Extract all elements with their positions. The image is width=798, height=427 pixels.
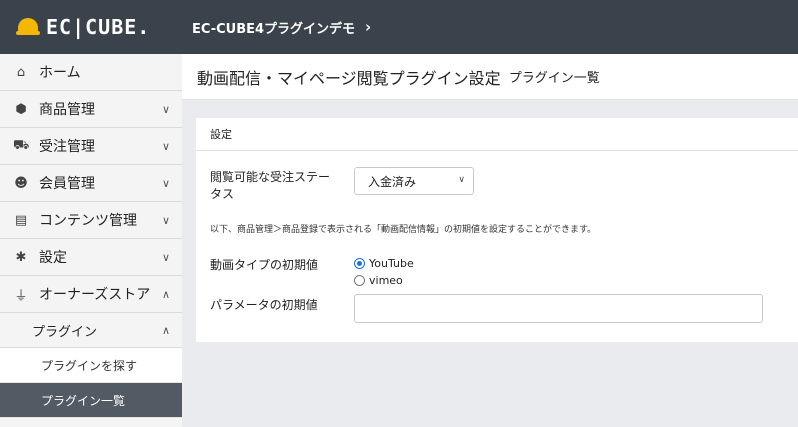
video-type-label: 動画タイプの初期値 [210, 258, 319, 272]
page-title-bar: 動画配信・マイページ閲覧プラグイン設定 プラグイン一覧 [182, 54, 798, 100]
card-header: 設定 [196, 118, 798, 151]
sidebar-item-settings[interactable]: ✱ 設定 ∨ [0, 239, 182, 276]
sidebar-item-plugin-list[interactable]: プラグイン一覧 [0, 383, 182, 418]
sidebar-item-home[interactable]: ⌂ ホーム [0, 54, 182, 91]
help-note: 以下、商品管理＞商品登録で表示される「動画配信情報」の初期値を設定することができ… [210, 225, 597, 235]
cart-icon: ⛟ [13, 137, 30, 153]
sidebar-item-label: 会員管理 [39, 176, 95, 192]
status-label: 閲覧可能な受注ステー タス [210, 170, 331, 201]
select-value: 入金済み [368, 174, 417, 189]
sidebar-item-plugin-search[interactable]: プラグインを探す [0, 348, 182, 383]
shop-name-link[interactable]: EC-CUBE4プラグインデモ [192, 18, 355, 37]
eccube-logo[interactable]: EC|CUBE. [0, 0, 182, 54]
chevron-up-icon: ∧ [161, 323, 170, 337]
top-header: EC|CUBE. EC-CUBE4プラグインデモ › [0, 0, 798, 54]
chevron-down-icon: ∨ [458, 175, 465, 185]
plug-icon: ⏚ [14, 288, 28, 304]
home-icon: ⌂ [16, 64, 26, 80]
sidebar-item-customers[interactable]: ☻ 会員管理 ∨ [0, 165, 182, 202]
sidebar-item-label: オーナーズストア [39, 287, 151, 303]
sidebar-item-products[interactable]: ⬢ 商品管理 ∨ [0, 91, 182, 128]
cube-icon: ⬢ [15, 101, 27, 117]
sidebar: ⌂ ホーム ⬢ 商品管理 ∨ ⛟ 受注管理 ∨ ☻ 会員管理 ∨ ▤ コンテンツ… [0, 54, 182, 427]
chevron-up-icon: ∧ [161, 287, 170, 301]
page-subtitle: プラグイン一覧 [508, 71, 600, 86]
chevron-down-icon: ∨ [161, 213, 170, 227]
sidebar-item-plugin[interactable]: プラグイン ∧ [0, 313, 182, 348]
param-label: パラメータの初期値 [210, 298, 318, 312]
radio-label: vimeo [369, 274, 403, 287]
sidebar-item-label: プラグイン [32, 324, 98, 340]
radio-vimeo[interactable]: vimeo [354, 274, 403, 287]
chevron-down-icon: ∨ [161, 102, 170, 116]
sidebar-item-label: 設定 [39, 250, 67, 266]
users-icon: ☻ [14, 175, 28, 191]
order-status-select[interactable]: 入金済み ∨ [354, 167, 474, 195]
sidebar-item-label: ホーム [39, 65, 81, 81]
chevron-down-icon: ∨ [161, 176, 170, 190]
main-content: 動画配信・マイページ閲覧プラグイン設定 プラグイン一覧 設定 閲覧可能な受注ステ… [182, 54, 798, 427]
gear-icon: ✱ [15, 249, 27, 265]
chevron-down-icon: ∨ [161, 250, 170, 264]
page-title: 動画配信・マイページ閲覧プラグイン設定 [197, 68, 501, 88]
radio-button[interactable] [354, 275, 365, 286]
sidebar-item-owners-store[interactable]: ⏚ オーナーズストア ∧ [0, 276, 182, 313]
radio-button[interactable] [354, 258, 365, 269]
param-input[interactable] [354, 294, 763, 323]
sidebar-item-orders[interactable]: ⛟ 受注管理 ∨ [0, 128, 182, 165]
logo-text: EC|CUBE. [46, 15, 151, 39]
chevron-right-icon[interactable]: › [365, 18, 371, 36]
sidebar-item-contents[interactable]: ▤ コンテンツ管理 ∨ [0, 202, 182, 239]
chevron-down-icon: ∨ [161, 139, 170, 153]
logo-mark-icon [16, 17, 40, 37]
sidebar-item-label: 商品管理 [39, 102, 95, 118]
file-icon: ▤ [14, 212, 28, 228]
sidebar-item-label: 受注管理 [39, 139, 95, 155]
radio-label: YouTube [369, 257, 414, 270]
sidebar-item-label: コンテンツ管理 [39, 213, 137, 229]
radio-youtube[interactable]: YouTube [354, 257, 414, 270]
settings-card: 設定 閲覧可能な受注ステー タス 入金済み ∨ 以下、商品管理＞商品登録で表示さ… [196, 118, 798, 342]
